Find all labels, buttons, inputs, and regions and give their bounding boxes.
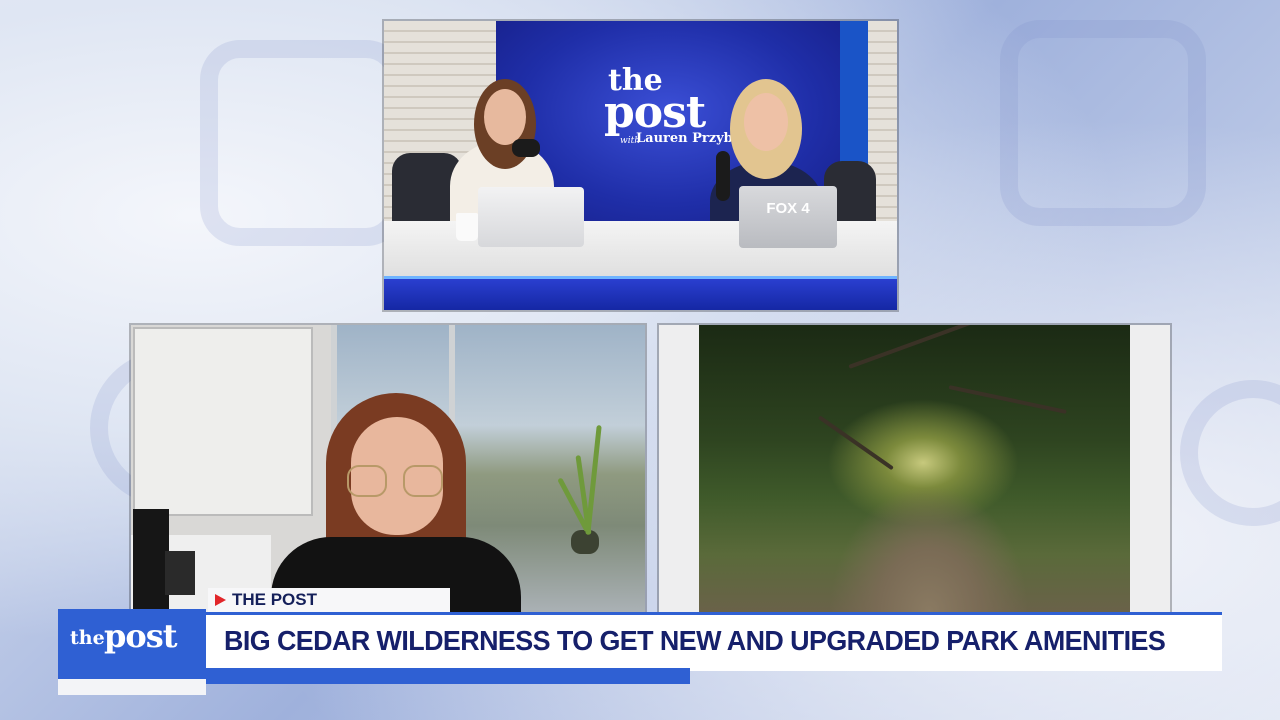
wilderness-trail-photo	[699, 325, 1130, 612]
the-post-logo-bug: the post	[58, 609, 206, 695]
tiktok-icon	[1180, 380, 1280, 526]
glasses-right-lens	[403, 465, 443, 497]
bug-logo-post: post	[104, 617, 178, 655]
host-right-face	[744, 93, 788, 151]
bug-logo-the: the	[70, 627, 105, 649]
show-tag: THE POST	[208, 588, 450, 612]
glasses-left-lens	[347, 465, 387, 497]
book	[133, 509, 169, 609]
fox4-laptop-label: FOX 4	[766, 200, 810, 217]
microphone-left	[512, 139, 540, 157]
coffee-cup	[456, 213, 478, 241]
whiteboard	[133, 327, 313, 516]
laptop-left	[478, 187, 584, 247]
microphone-right	[716, 151, 730, 201]
laptop-right: FOX 4	[739, 186, 837, 248]
instagram-icon	[1000, 20, 1206, 226]
guest-video-panel	[131, 325, 645, 612]
bug-bottom-strip	[58, 679, 206, 695]
tree-branch	[848, 325, 972, 369]
trail-photo-panel	[659, 325, 1170, 612]
play-arrow-icon	[215, 594, 226, 606]
instagram-icon	[200, 40, 406, 246]
headline-text: BIG CEDAR WILDERNESS TO GET NEW AND UPGR…	[224, 625, 1166, 656]
studio-video-panel: the post with Lauren Przybyl FOX 4	[384, 21, 897, 310]
host-left-face	[484, 89, 526, 145]
studio-logo-host: Lauren Przybyl	[636, 131, 746, 146]
dirt-trail	[829, 485, 1029, 612]
headline-underbar	[206, 668, 690, 684]
book	[165, 551, 195, 595]
tree-branch	[817, 415, 894, 471]
studio-desk-front	[384, 276, 897, 310]
show-tag-label: THE POST	[232, 590, 318, 609]
headline-bar: BIG CEDAR WILDERNESS TO GET NEW AND UPGR…	[206, 612, 1222, 671]
tree-branch	[948, 385, 1067, 414]
